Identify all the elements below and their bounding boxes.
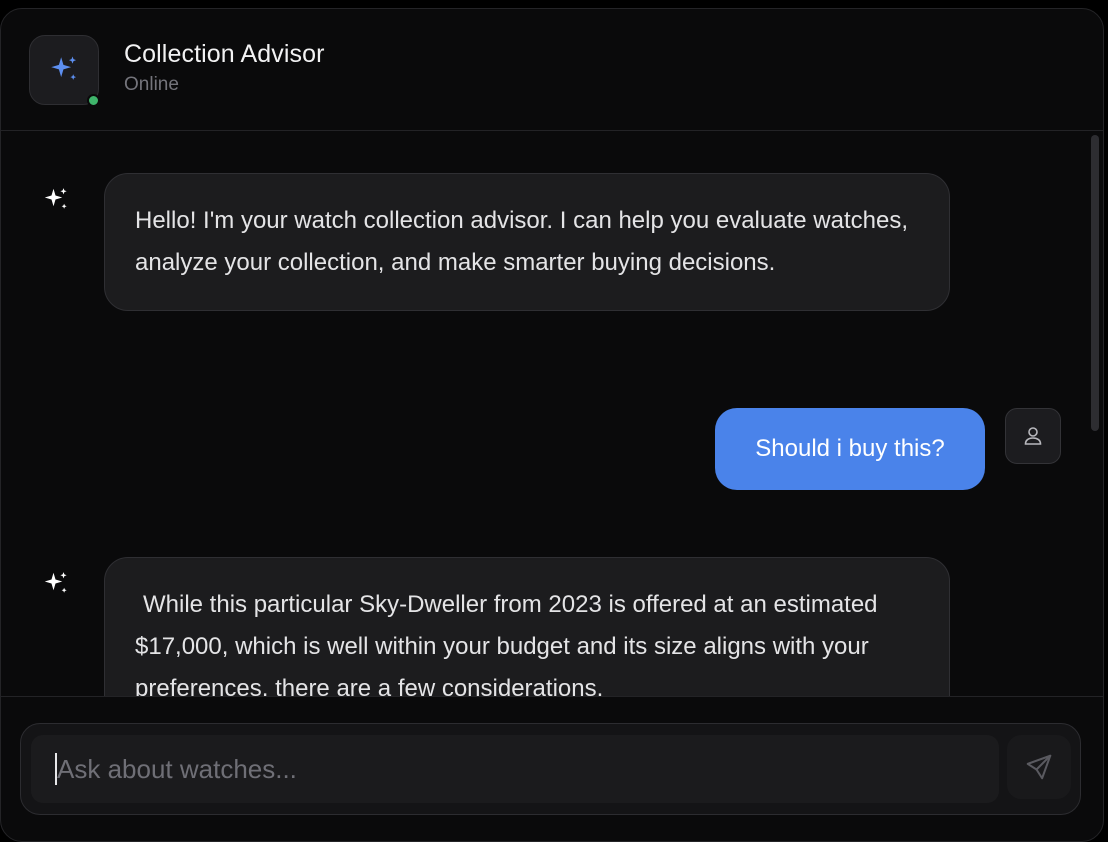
sparkles-icon (51, 56, 77, 80)
message-text: Hello! I'm your watch collection advisor… (135, 207, 908, 276)
message-list[interactable]: Hello! I'm your watch collection advisor… (1, 131, 1103, 696)
message-scrollbar[interactable] (1091, 131, 1099, 696)
chat-window: Collection Advisor Online Hello! I'm you… (0, 8, 1104, 842)
user-icon (1024, 427, 1042, 445)
user-message: Should i buy this? (715, 408, 985, 490)
sparkles-icon (44, 188, 67, 209)
scrollbar-thumb[interactable] (1091, 135, 1099, 431)
input-placeholder: Ask about watches... (57, 753, 297, 784)
message-input[interactable]: Ask about watches... (31, 735, 999, 803)
message-text: While this particular Sky-Dweller from 2… (135, 591, 878, 696)
composer: Ask about watches... (20, 723, 1081, 815)
chat-header: Collection Advisor Online (1, 9, 1103, 131)
assistant-message: While this particular Sky-Dweller from 2… (104, 557, 950, 696)
chat-title: Collection Advisor (124, 40, 325, 68)
online-status-dot (87, 94, 100, 107)
composer-area: Ask about watches... (1, 696, 1103, 841)
send-button[interactable] (1007, 735, 1071, 799)
user-avatar (1005, 408, 1061, 464)
chat-status: Online (124, 74, 179, 95)
send-icon (1026, 754, 1052, 780)
message-text: Should i buy this? (755, 435, 945, 462)
sparkles-icon (44, 572, 67, 593)
assistant-message: Hello! I'm your watch collection advisor… (104, 173, 950, 311)
